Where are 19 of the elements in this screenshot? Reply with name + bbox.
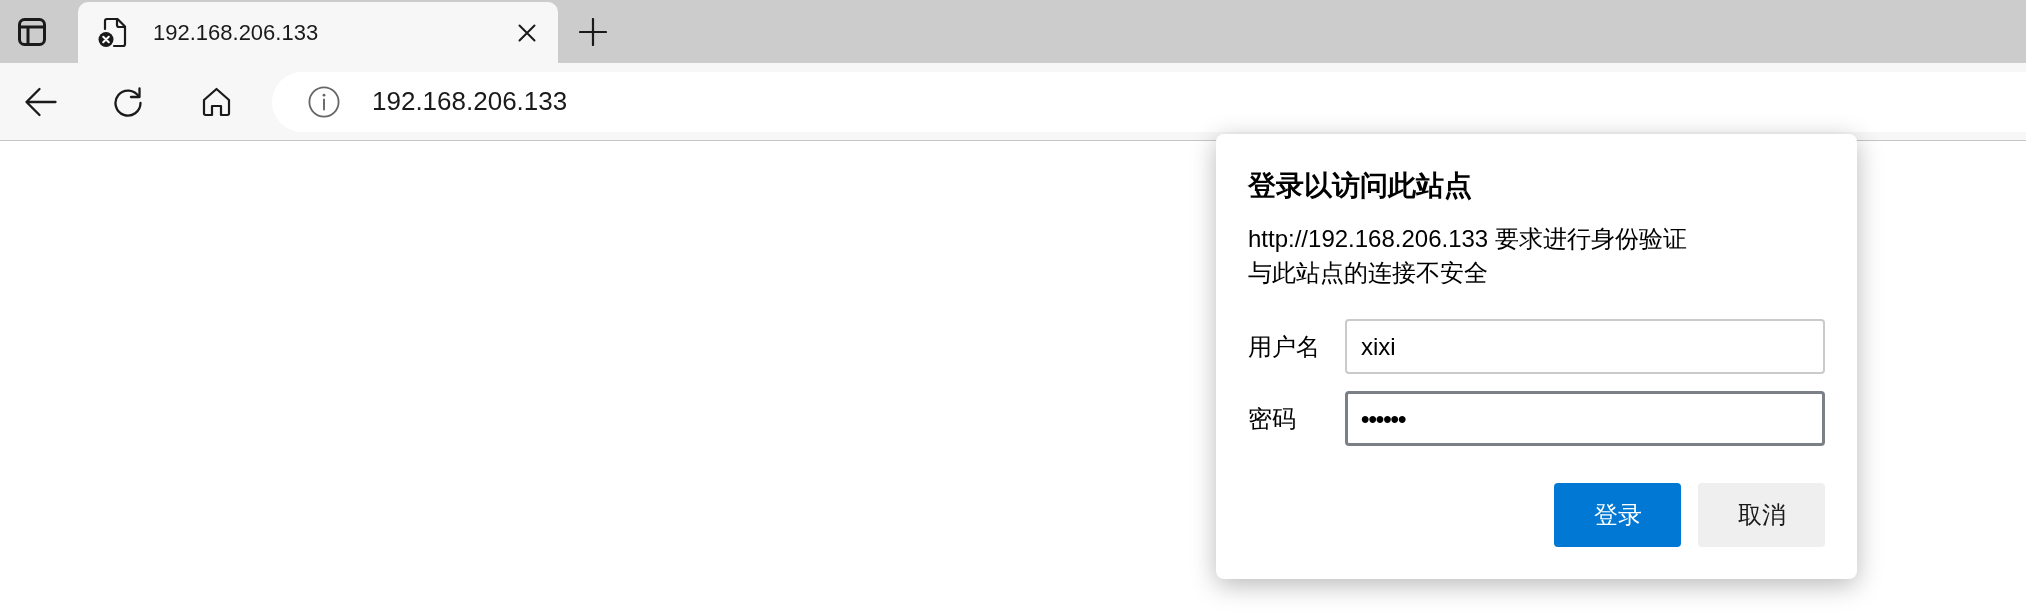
sign-in-button[interactable]: 登录 bbox=[1554, 483, 1681, 547]
refresh-icon[interactable] bbox=[112, 85, 144, 118]
dialog-message: 与此站点的连接不安全 bbox=[1248, 258, 1489, 288]
back-arrow-icon[interactable] bbox=[23, 85, 57, 118]
username-field[interactable]: xixi bbox=[1345, 319, 1825, 374]
field-label: 用户名 bbox=[1248, 331, 1320, 362]
cancel-button[interactable]: 取消 bbox=[1698, 483, 1825, 547]
info-icon[interactable] bbox=[308, 85, 340, 118]
address-bar[interactable]: 192.168.206.133 bbox=[272, 71, 2026, 132]
document-error-icon bbox=[98, 17, 128, 48]
field-label: 密码 bbox=[1248, 403, 1296, 434]
dialog-title: 登录以访问此站点 bbox=[1248, 169, 1473, 203]
plus-icon[interactable] bbox=[579, 18, 607, 46]
dialog-message: http://192.168.206.133 要求进行身份验证 bbox=[1248, 224, 1688, 254]
browser-tab[interactable]: 192.168.206.133 bbox=[78, 2, 558, 63]
home-icon[interactable] bbox=[201, 86, 231, 117]
password-field[interactable]: •••••• bbox=[1345, 391, 1825, 446]
panel-icon[interactable] bbox=[18, 18, 46, 46]
close-icon[interactable] bbox=[518, 23, 536, 42]
